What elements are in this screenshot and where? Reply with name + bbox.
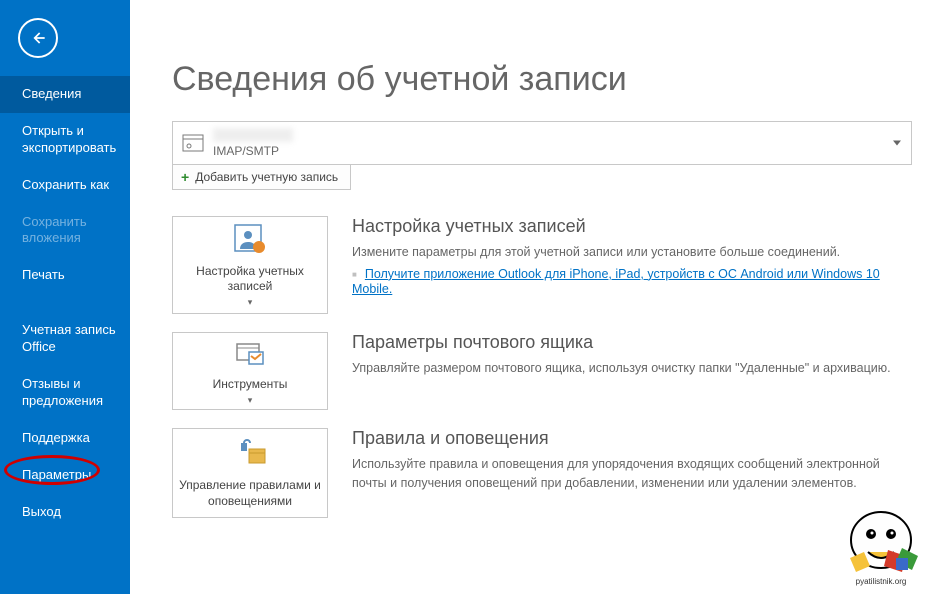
account-selector[interactable]: IMAP/SMTP: [172, 121, 912, 165]
rules-alerts-icon: [231, 436, 269, 472]
sidebar-item-save-attachments: Сохранить вложения: [0, 204, 130, 258]
sidebar-item-open-export[interactable]: Открыть и экспортировать: [0, 113, 130, 167]
account-protocol: IMAP/SMTP: [213, 144, 911, 158]
account-icon: [173, 130, 213, 156]
tile-tools-label: Инструменты: [207, 377, 294, 406]
main-content: Сведения об учетной записи IMAP/SMTP + Д…: [130, 0, 936, 594]
section-body-rules: Используйте правила и оповещения для упо…: [352, 455, 912, 493]
section-heading-rules: Правила и оповещения: [352, 428, 912, 449]
backstage-sidebar: Сведения Открыть и экспортировать Сохран…: [0, 0, 130, 594]
section-body-account-settings: Измените параметры для этой учетной запи…: [352, 243, 912, 262]
sidebar-item-save-as[interactable]: Сохранить как: [0, 167, 130, 204]
plus-icon: +: [181, 169, 189, 185]
sidebar-item-info[interactable]: Сведения: [0, 76, 130, 113]
arrow-left-icon: [28, 28, 48, 48]
sidebar-item-office-account[interactable]: Учетная запись Office: [0, 312, 130, 366]
outlook-mobile-link[interactable]: Получите приложение Outlook для iPhone, …: [352, 267, 880, 296]
add-account-button[interactable]: + Добавить учетную запись: [172, 164, 351, 190]
sidebar-item-feedback[interactable]: Отзывы и предложения: [0, 366, 130, 420]
account-settings-icon: [231, 222, 269, 258]
page-title: Сведения об учетной записи: [172, 60, 916, 99]
tools-icon: [231, 335, 269, 371]
tile-rules-alerts-label: Управление правилами и оповещениями: [173, 478, 327, 509]
sidebar-item-options[interactable]: Параметры: [0, 457, 130, 494]
sidebar-item-support[interactable]: Поддержка: [0, 420, 130, 457]
tile-account-settings-label: Настройка учетных записей: [173, 264, 327, 309]
tile-rules-alerts[interactable]: Управление правилами и оповещениями: [172, 428, 328, 518]
sidebar-item-exit[interactable]: Выход: [0, 494, 130, 531]
add-account-label: Добавить учетную запись: [195, 170, 338, 184]
sidebar-item-print[interactable]: Печать: [0, 257, 130, 294]
svg-text:pyatilistnik.org: pyatilistnik.org: [856, 577, 907, 586]
tile-tools[interactable]: Инструменты: [172, 332, 328, 410]
tile-account-settings[interactable]: Настройка учетных записей: [172, 216, 328, 314]
section-heading-mailbox: Параметры почтового ящика: [352, 332, 912, 353]
section-body-mailbox: Управляйте размером почтового ящика, исп…: [352, 359, 912, 378]
back-button[interactable]: [18, 18, 58, 58]
watermark-logo: pyatilistnik.org: [838, 500, 924, 586]
dropdown-caret-icon: [893, 141, 901, 146]
account-name-redacted: [213, 128, 293, 142]
section-heading-account-settings: Настройка учетных записей: [352, 216, 912, 237]
